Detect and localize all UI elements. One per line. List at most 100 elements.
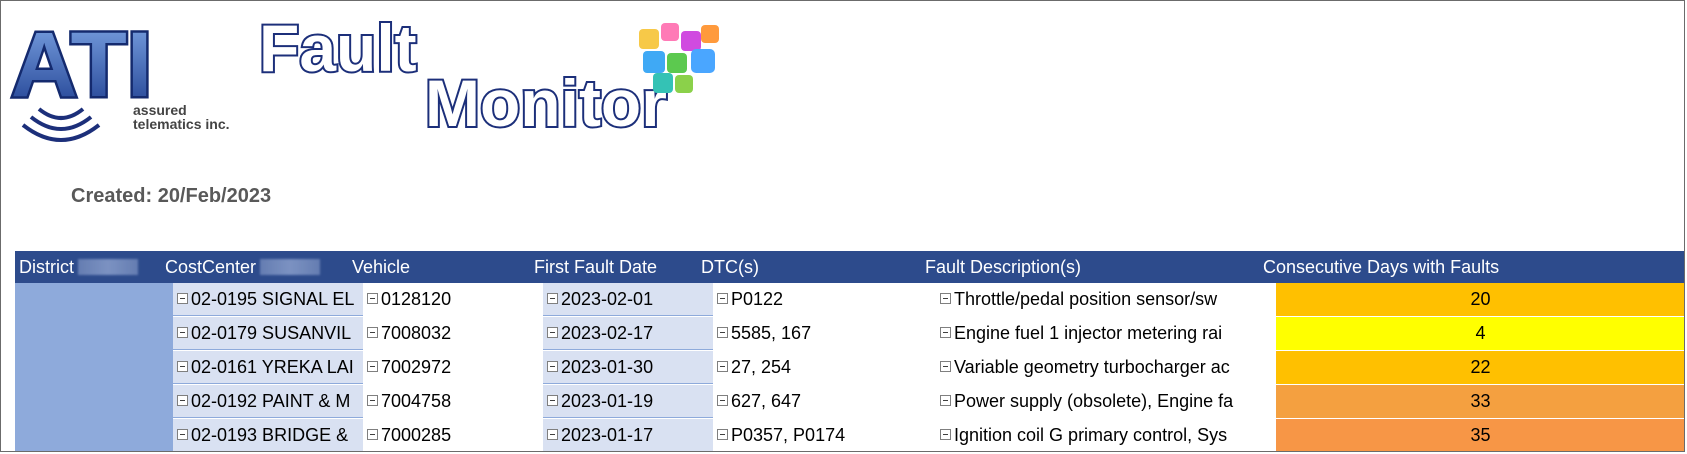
vehicle-text: 7008032 [381,323,452,343]
dtc-cell[interactable]: P0357, P0174 [713,419,936,451]
vehicle-cell[interactable]: 7002972 [363,351,543,384]
collapse-icon[interactable] [940,429,951,440]
header-fault-descriptions[interactable]: Fault Description(s) [925,251,1081,283]
collapse-icon[interactable] [940,293,951,304]
description-cell[interactable]: Power supply (obsolete), Engine fa [936,385,1276,418]
date-cell[interactable]: 2023-01-19 [543,385,713,418]
description-text: Variable geometry turbocharger ac [954,357,1230,377]
collapse-icon[interactable] [177,429,188,440]
collapse-icon[interactable] [177,395,188,406]
redacted-block [78,259,138,275]
days-cell[interactable]: 35 [1276,419,1684,451]
vehicle-text: 7004758 [381,391,452,411]
dtc-text: P0122 [731,289,784,309]
vehicle-cell[interactable]: 7008032 [363,317,543,350]
dtc-cell[interactable]: 27, 254 [713,351,936,384]
dtc-cell[interactable]: 5585, 167 [713,317,936,350]
description-text: Ignition coil G primary control, Sys [954,425,1228,445]
dtc-text: 5585, 167 [731,323,812,343]
description-text: Throttle/pedal position sensor/sw [954,289,1218,309]
collapse-icon[interactable] [940,361,951,372]
collapse-icon[interactable] [367,327,378,338]
costcenter-text: 02-0193 BRIDGE & [191,425,349,445]
costcenter-text: 02-0179 SUSANVIL [191,323,352,343]
date-cell[interactable]: 2023-01-30 [543,351,713,384]
date-cell[interactable]: 2023-01-17 [543,419,713,451]
collapse-icon[interactable] [547,327,558,338]
date-text: 2023-01-19 [561,391,654,411]
days-cell[interactable]: 22 [1276,351,1684,384]
description-cell[interactable]: Ignition coil G primary control, Sys [936,419,1276,451]
costcenter-text: 02-0161 YREKA LAI [191,357,354,377]
costcenter-cell[interactable]: 02-0179 SUSANVIL [173,317,363,350]
ati-fault-monitor-logo: ATI assured telematics inc. Fault Monito… [1,1,801,151]
date-text: 2023-02-17 [561,323,654,343]
vehicle-text: 0128120 [381,289,452,309]
collapse-icon[interactable] [940,327,951,338]
table-row: 02-0192 PAINT & M 7004758 2023-01-19 627… [15,385,1684,418]
date-text: 2023-01-30 [561,357,654,377]
header-consecutive-days[interactable]: Consecutive Days with Faults [1263,251,1499,283]
vehicle-cell[interactable]: 7000285 [363,419,543,451]
days-cell[interactable]: 4 [1276,317,1684,350]
collapse-icon[interactable] [367,293,378,304]
collapse-icon[interactable] [717,429,728,440]
logo-word-monitor: Monitor [425,66,667,140]
costcenter-cell[interactable]: 02-0192 PAINT & M [173,385,363,418]
costcenter-cell[interactable]: 02-0193 BRIDGE & [173,419,363,451]
header-first-fault-date[interactable]: First Fault Date [534,251,657,283]
date-text: 2023-01-17 [561,425,654,445]
header-costcenter[interactable]: CostCenter [165,251,321,283]
description-cell[interactable]: Engine fuel 1 injector metering rai [936,317,1276,350]
collapse-icon[interactable] [717,327,728,338]
header-district-label: District [19,257,74,277]
days-cell[interactable]: 33 [1276,385,1684,418]
collapse-icon[interactable] [717,293,728,304]
vehicle-text: 7000285 [381,425,452,445]
redacted-block [260,259,321,275]
description-text: Power supply (obsolete), Engine fa [954,391,1234,411]
days-cell[interactable]: 20 [1276,283,1684,316]
costcenter-text: 02-0192 PAINT & M [191,391,351,411]
collapse-icon[interactable] [940,395,951,406]
collapse-icon[interactable] [547,429,558,440]
dtc-cell[interactable]: P0122 [713,283,936,316]
costcenter-text: 02-0195 SIGNAL EL [191,289,355,309]
dtc-cell[interactable]: 627, 647 [713,385,936,418]
dtc-text: 627, 647 [731,391,802,411]
vehicle-text: 7002972 [381,357,452,377]
dtc-text: P0357, P0174 [731,425,846,445]
collapse-icon[interactable] [177,361,188,372]
vehicle-cell[interactable]: 0128120 [363,283,543,316]
date-text: 2023-02-01 [561,289,654,309]
logo-word-fault: Fault [259,11,417,85]
header-vehicle[interactable]: Vehicle [352,251,410,283]
created-date-label: Created: 20/Feb/2023 [71,185,272,207]
description-cell[interactable]: Variable geometry turbocharger ac [936,351,1276,384]
collapse-icon[interactable] [547,395,558,406]
collapse-icon[interactable] [367,429,378,440]
collapse-icon[interactable] [367,395,378,406]
collapse-icon[interactable] [177,293,188,304]
header-dtcs[interactable]: DTC(s) [701,251,759,283]
description-text: Engine fuel 1 injector metering rai [954,323,1223,343]
table-header-row: District CostCenter Vehicle First Fault … [15,251,1684,283]
collapse-icon[interactable] [547,293,558,304]
description-cell[interactable]: Throttle/pedal position sensor/sw [936,283,1276,316]
collapse-icon[interactable] [547,361,558,372]
table-row: 02-0193 BRIDGE & 7000285 2023-01-17 P035… [15,419,1684,451]
vehicle-cell[interactable]: 7004758 [363,385,543,418]
collapse-icon[interactable] [717,395,728,406]
header-costcenter-label: CostCenter [165,257,257,277]
date-cell[interactable]: 2023-02-17 [543,317,713,350]
collapse-icon[interactable] [177,327,188,338]
header-district[interactable]: District [19,251,138,283]
table-row: 02-0161 YREKA LAI 7002972 2023-01-30 27,… [15,351,1684,384]
costcenter-cell[interactable]: 02-0195 SIGNAL EL [173,283,363,316]
collapse-icon[interactable] [367,361,378,372]
costcenter-cell[interactable]: 02-0161 YREKA LAI [173,351,363,384]
table-row: 02-0195 SIGNAL EL 0128120 2023-02-01 P01… [15,283,1684,316]
date-cell[interactable]: 2023-02-01 [543,283,713,316]
collapse-icon[interactable] [717,361,728,372]
logo-tagline-2: telematics inc. [133,116,230,132]
